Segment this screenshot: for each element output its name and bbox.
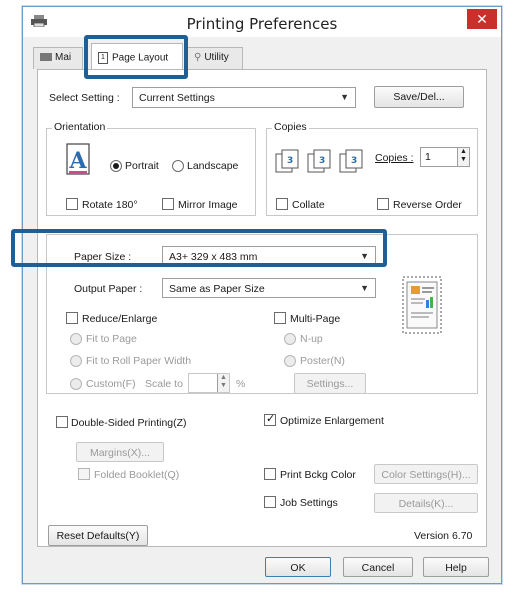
copies-stepper[interactable]: 1 ▲ ▼ xyxy=(420,147,470,167)
tab-main-label: Mai xyxy=(55,52,72,63)
folded-booklet-label: Folded Booklet(Q) xyxy=(94,469,180,481)
spin-arrows-icon[interactable]: ▲ ▼ xyxy=(217,374,229,392)
job-settings-label: Job Settings xyxy=(280,497,338,509)
double-sided-label: Double-Sided Printing(Z) xyxy=(71,417,187,429)
select-setting-dropdown[interactable]: Current Settings ▼ xyxy=(132,87,356,108)
output-paper-dropdown[interactable]: Same as Paper Size ▼ xyxy=(162,278,376,298)
poster-label: Poster(N) xyxy=(300,355,345,367)
paper-size-highlight xyxy=(11,229,387,267)
svg-text:3: 3 xyxy=(287,156,293,166)
mirror-image-checkbox[interactable] xyxy=(162,198,174,210)
fit-to-page-label: Fit to Page xyxy=(86,333,137,345)
paper-preview-icon xyxy=(402,276,442,334)
page-layout-panel: Select Setting : Current Settings ▼ Save… xyxy=(37,69,487,547)
multi-page-settings-button[interactable]: Settings... xyxy=(294,373,366,394)
title-bar[interactable]: Printing Preferences ✕ xyxy=(23,7,501,37)
rotate-180-checkbox[interactable] xyxy=(66,198,78,210)
percent-label: % xyxy=(236,378,246,390)
multi-page-checkbox[interactable] xyxy=(274,312,286,324)
print-bckg-color-label: Print Bckg Color xyxy=(280,469,356,481)
scale-stepper[interactable]: ▲ ▼ xyxy=(188,373,230,393)
select-setting-value: Current Settings xyxy=(139,92,215,104)
reduce-enlarge-label: Reduce/Enlarge xyxy=(82,313,158,325)
custom-radio[interactable] xyxy=(70,378,82,390)
reduce-enlarge-checkbox[interactable] xyxy=(66,312,78,324)
portrait-label: Portrait xyxy=(125,160,159,172)
custom-label: Custom(F) xyxy=(86,378,136,390)
chevron-down-icon: ▼ xyxy=(360,283,369,293)
reset-defaults-button[interactable]: Reset Defaults(Y) xyxy=(48,525,148,546)
version-label: Version 6.70 xyxy=(414,530,473,542)
scale-to-label: Scale to xyxy=(145,378,183,390)
double-sided-checkbox[interactable] xyxy=(56,416,68,428)
tab-main[interactable]: Mai xyxy=(33,47,83,69)
help-button[interactable]: Help xyxy=(423,557,489,577)
optimize-enlargement-label: Optimize Enlargement xyxy=(280,415,384,427)
cancel-button[interactable]: Cancel xyxy=(343,557,413,577)
job-settings-checkbox[interactable] xyxy=(264,496,276,508)
page-layout-tab-highlight xyxy=(84,35,188,79)
mirror-image-label: Mirror Image xyxy=(178,199,238,211)
output-paper-label: Output Paper : xyxy=(74,283,143,295)
printing-preferences-window: Printing Preferences ✕ Mai 1 Page Layout … xyxy=(11,6,502,584)
copies-title: Copies xyxy=(272,121,309,133)
portrait-radio[interactable] xyxy=(110,160,122,172)
ok-button[interactable]: OK xyxy=(265,557,331,577)
optimize-enlargement-checkbox[interactable] xyxy=(264,412,276,426)
print-bckg-color-checkbox[interactable] xyxy=(264,468,276,480)
window-title: Printing Preferences xyxy=(186,15,338,33)
color-settings-button[interactable]: Color Settings(H)... xyxy=(374,464,478,484)
tab-utility[interactable]: ⚲ Utility xyxy=(187,47,243,69)
select-setting-label: Select Setting : xyxy=(49,92,120,104)
fit-to-roll-radio[interactable] xyxy=(70,355,82,367)
fit-to-page-radio[interactable] xyxy=(70,333,82,345)
collate-pages-icon: 3 3 3 xyxy=(275,149,363,173)
wrench-icon: ⚲ xyxy=(194,52,202,63)
fit-to-roll-label: Fit to Roll Paper Width xyxy=(86,355,192,367)
tab-utility-label: Utility xyxy=(204,52,229,63)
printer-small-icon xyxy=(40,53,52,62)
margins-button[interactable]: Margins(X)... xyxy=(76,442,164,462)
close-button[interactable]: ✕ xyxy=(467,9,497,29)
output-paper-value: Same as Paper Size xyxy=(169,283,265,295)
collate-checkbox[interactable] xyxy=(276,198,288,210)
copies-label: Copies : xyxy=(375,152,414,164)
n-up-radio[interactable] xyxy=(284,333,296,345)
spin-arrows-icon[interactable]: ▲ ▼ xyxy=(457,148,469,166)
reverse-order-checkbox[interactable] xyxy=(377,198,389,210)
poster-radio[interactable] xyxy=(284,355,296,367)
svg-text:3: 3 xyxy=(319,156,325,166)
reverse-order-label: Reverse Order xyxy=(393,199,462,211)
folded-booklet-checkbox[interactable] xyxy=(78,468,90,480)
svg-text:A: A xyxy=(68,148,87,174)
chevron-down-icon: ▼ xyxy=(340,92,349,102)
portrait-page-icon: A xyxy=(66,143,90,175)
collate-label: Collate xyxy=(292,199,325,211)
svg-text:3: 3 xyxy=(351,156,357,166)
save-del-button[interactable]: Save/Del... xyxy=(374,86,464,108)
orientation-title: Orientation xyxy=(52,121,108,133)
details-button[interactable]: Details(K)... xyxy=(374,493,478,513)
multi-page-label: Multi-Page xyxy=(290,313,341,325)
landscape-label: Landscape xyxy=(187,160,239,172)
n-up-label: N-up xyxy=(300,333,323,345)
landscape-radio[interactable] xyxy=(172,160,184,172)
rotate-180-label: Rotate 180° xyxy=(82,199,138,211)
copies-value: 1 xyxy=(425,151,431,163)
